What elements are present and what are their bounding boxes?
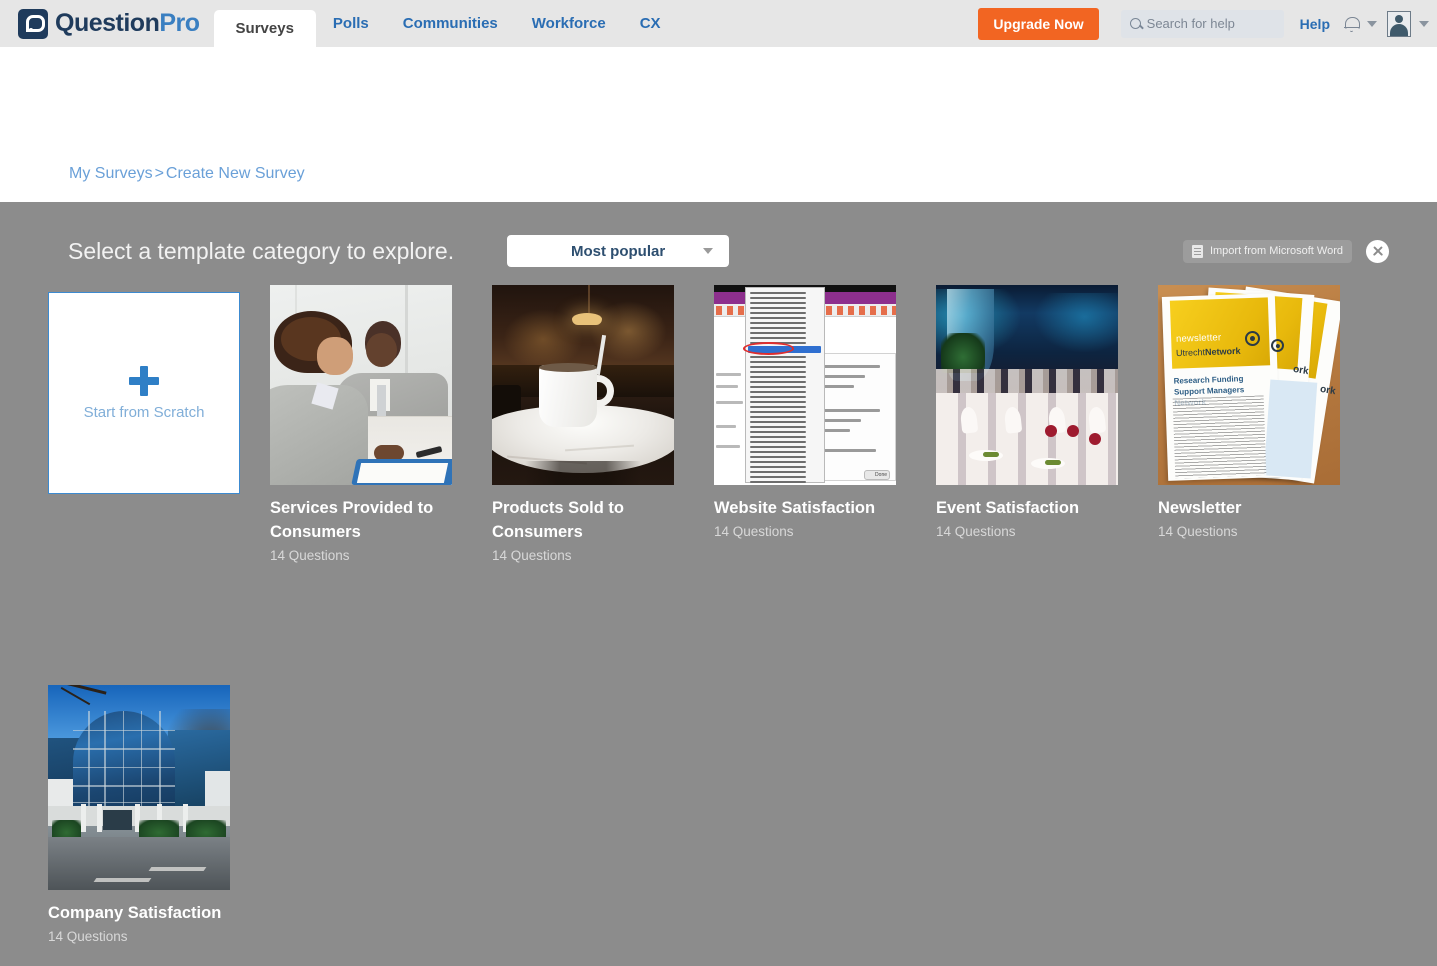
banquet-hall-photo[interactable] <box>936 285 1118 485</box>
template-title: Company Satisfaction <box>48 903 222 922</box>
nav-tab-polls[interactable]: Polls <box>316 0 386 47</box>
newsletter-print-photo[interactable]: newsletter UtrechtNetwork Research Fundi… <box>1158 285 1340 485</box>
newsletter-edge-text: ork <box>1291 363 1309 378</box>
notifications-chevron-down-icon[interactable] <box>1367 20 1377 27</box>
template-question-count: 14 Questions <box>936 523 1016 539</box>
help-link[interactable]: Help <box>1300 16 1330 32</box>
newsletter-edge-text: ork <box>1319 383 1337 398</box>
brand-logo[interactable]: QuestionPro <box>0 0 214 47</box>
breadcrumb-create-new-survey[interactable]: Create New Survey <box>166 165 305 182</box>
template-card[interactable]: Products Sold to Consumers 14 Questions <box>492 285 714 563</box>
notifications-bell-icon[interactable] <box>1344 16 1360 32</box>
template-title: Website Satisfaction <box>714 499 876 517</box>
template-title: Event Satisfaction <box>936 499 1080 517</box>
template-question-count: 14 Questions <box>270 547 350 563</box>
nav-tab-cx[interactable]: CX <box>623 0 678 47</box>
template-card[interactable]: Done Website Satisfaction 14 Questions <box>714 285 936 563</box>
template-title: Services Provided to Consumers <box>270 499 434 541</box>
import-from-word-button[interactable]: Import from Microsoft Word <box>1182 239 1352 263</box>
template-title: Products Sold to Consumers <box>492 499 624 541</box>
document-icon <box>1191 244 1203 258</box>
app-header: QuestionPro Surveys Polls Communities Wo… <box>0 0 1437 47</box>
search-input[interactable] <box>1146 16 1275 31</box>
chevron-down-icon <box>703 248 714 254</box>
font-dropdown-list <box>742 287 826 484</box>
import-from-word-label: Import from Microsoft Word <box>1209 245 1343 257</box>
nav-tab-surveys[interactable]: Surveys <box>213 10 316 47</box>
questionpro-logo-icon <box>18 8 48 39</box>
template-card[interactable]: newsletter UtrechtNetwork Research Fundi… <box>1158 285 1380 563</box>
template-question-count: 14 Questions <box>492 547 572 563</box>
upgrade-now-button[interactable]: Upgrade Now <box>978 7 1099 40</box>
template-question-count: 14 Questions <box>714 523 794 539</box>
breadcrumb-area: My Surveys > Create New Survey <box>0 47 1437 202</box>
template-card[interactable]: Company Satisfaction 14 Questions <box>48 684 270 944</box>
template-question-count: 14 Questions <box>1158 523 1238 539</box>
user-menu-chevron-down-icon[interactable] <box>1419 20 1429 27</box>
template-card[interactable]: Services Provided to Consumers 14 Questi… <box>270 285 492 563</box>
start-from-scratch-label: Start from Scratch <box>83 403 205 421</box>
page-title: Select a template category to explore. <box>68 237 455 264</box>
panel-header: Select a template category to explore. M… <box>48 202 1389 277</box>
template-title: Newsletter <box>1158 499 1242 517</box>
sort-dropdown[interactable]: Most popular <box>507 235 730 267</box>
primary-nav: Surveys Polls Communities Workforce CX <box>213 0 678 47</box>
search-icon <box>1129 18 1141 29</box>
brand-wordmark: QuestionPro <box>55 9 200 38</box>
newsletter-masthead: newsletter <box>1176 332 1222 345</box>
user-avatar[interactable] <box>1387 10 1411 37</box>
plus-icon <box>129 365 159 396</box>
office-building-photo[interactable] <box>48 684 230 890</box>
nav-tab-workforce[interactable]: Workforce <box>515 0 623 47</box>
breadcrumb-separator: > <box>154 165 164 182</box>
template-grid: Start from Scratch Services Provided to … <box>48 285 1389 944</box>
business-meeting-photo[interactable] <box>270 285 452 485</box>
panel-header-actions: Import from Microsoft Word <box>1182 239 1389 263</box>
sort-dropdown-value: Most popular <box>571 242 666 260</box>
breadcrumb: My Surveys > Create New Survey <box>69 165 305 183</box>
brand-word-pro: Pro <box>159 9 200 37</box>
close-icon[interactable] <box>1366 239 1389 263</box>
header-actions: Upgrade Now Help <box>978 0 1437 47</box>
template-question-count: 14 Questions <box>48 928 128 944</box>
template-card[interactable]: Event Satisfaction 14 Questions <box>936 285 1158 563</box>
start-from-scratch-cell: Start from Scratch <box>48 285 270 563</box>
software-screenshot-photo[interactable]: Done <box>714 285 896 485</box>
coffee-cup-cafe-photo[interactable] <box>492 285 674 485</box>
breadcrumb-my-surveys[interactable]: My Surveys <box>69 165 153 182</box>
help-search-box[interactable] <box>1120 9 1284 38</box>
red-highlight-circle <box>742 342 795 355</box>
start-from-scratch-card[interactable]: Start from Scratch <box>48 292 240 494</box>
brand-word-question: Question <box>55 9 160 37</box>
done-button-label: Done <box>875 471 887 478</box>
nav-tab-communities[interactable]: Communities <box>386 0 515 47</box>
template-chooser-panel: Select a template category to explore. M… <box>0 202 1437 966</box>
